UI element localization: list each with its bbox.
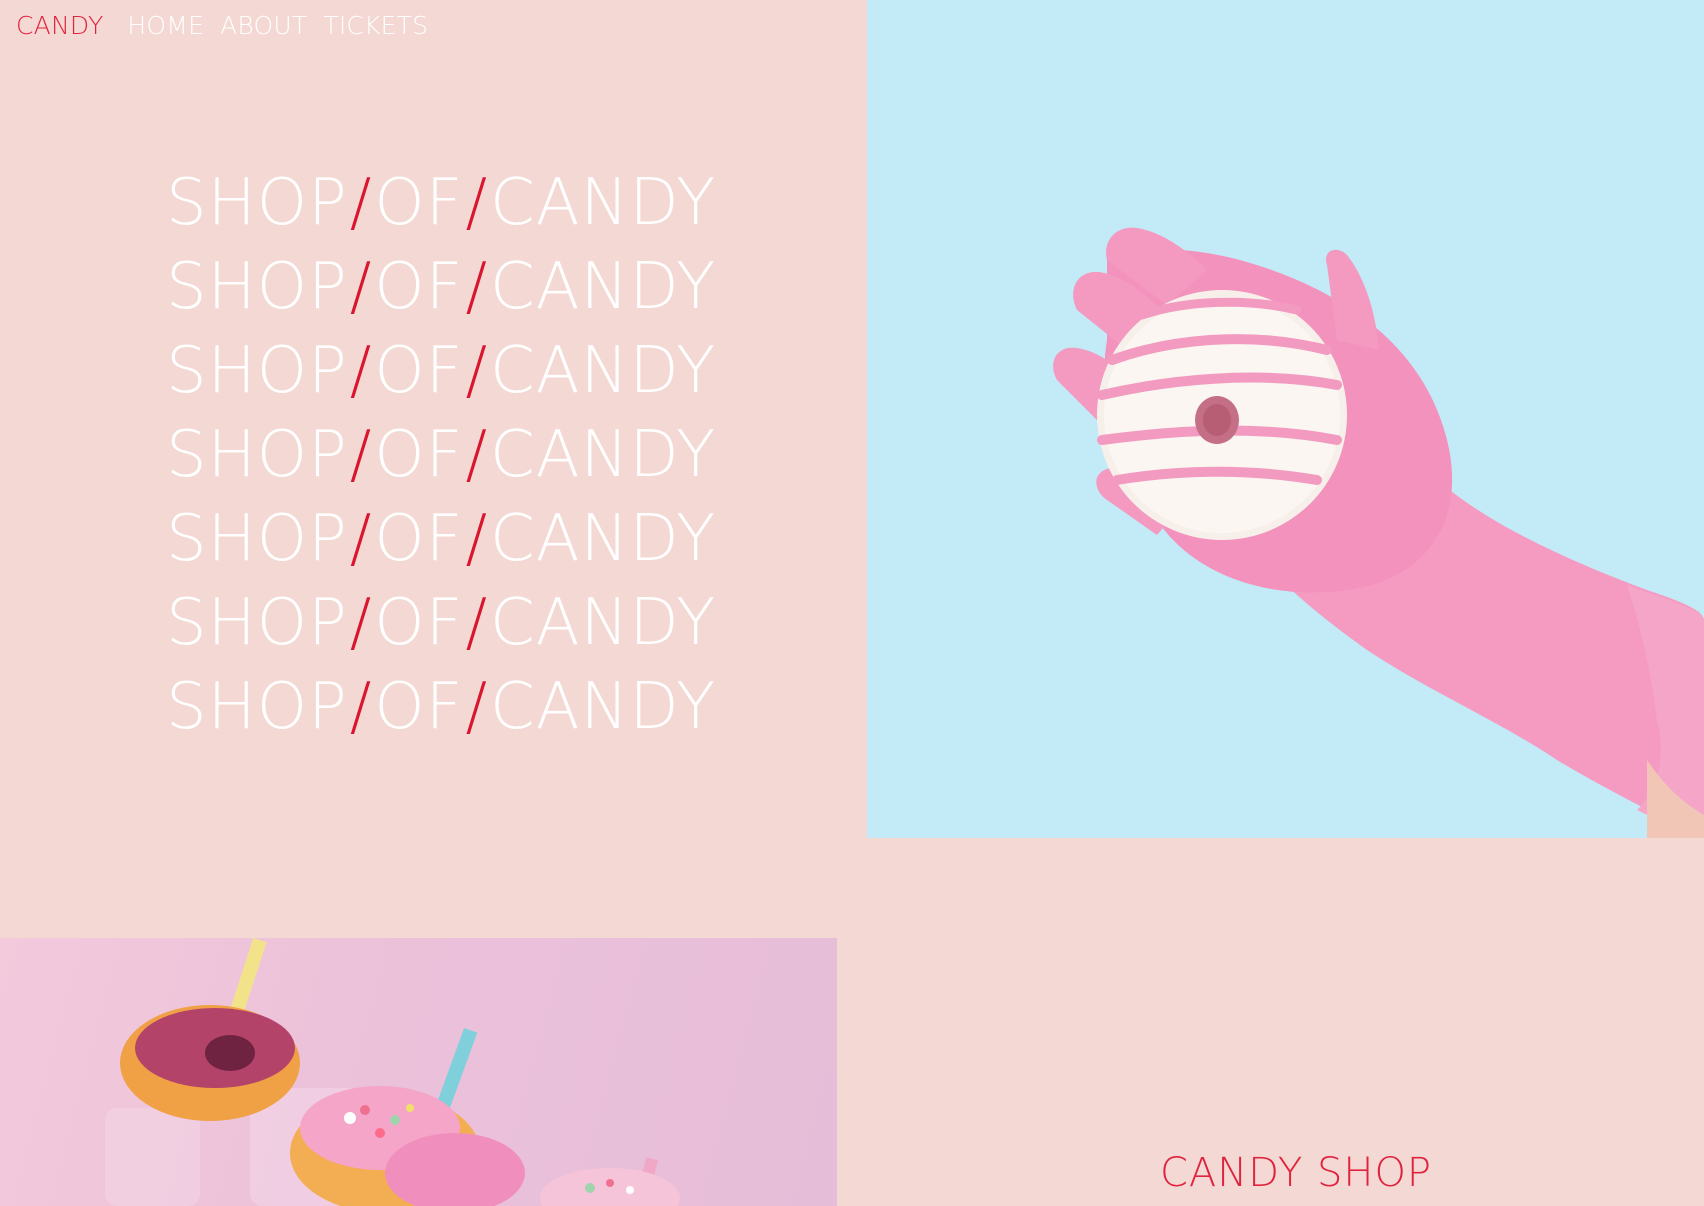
hero-word-shop: SHOP <box>166 250 348 324</box>
hero-word-candy: CANDY <box>490 670 717 744</box>
nav-tickets-link[interactable]: TICKETS <box>323 9 428 43</box>
nav-links: HOME ABOUT TICKETS <box>127 9 428 43</box>
hero-slash: / <box>465 250 489 324</box>
hero-slash: / <box>465 586 489 660</box>
hero-slash: / <box>349 670 373 744</box>
hero-slash: / <box>465 502 489 576</box>
hero-word-of: OF <box>374 502 464 576</box>
page: CANDY HOME ABOUT TICKETS SHOP / OF / CANDY S… <box>0 0 1704 1206</box>
hero-word-of: OF <box>374 334 464 408</box>
hero-word-shop: SHOP <box>166 166 348 240</box>
hero-word-candy: CANDY <box>490 166 717 240</box>
hero-word-shop: SHOP <box>166 334 348 408</box>
hero-word-shop: SHOP <box>166 502 348 576</box>
hero-slash: / <box>465 418 489 492</box>
hero-slash: / <box>349 166 373 240</box>
nav-home-link[interactable]: HOME <box>127 9 204 43</box>
hero-word-candy: CANDY <box>490 334 717 408</box>
hero-word-of: OF <box>374 418 464 492</box>
hero-word-candy: CANDY <box>490 250 717 324</box>
hero-word-of: OF <box>374 670 464 744</box>
glove-donut-photo <box>867 0 1704 838</box>
hero-slash: / <box>349 418 373 492</box>
hero-repeated-heading: SHOP / OF / CANDY SHOP / OF / CANDY SHOP / OF / CAND… <box>166 151 786 739</box>
hero-word-shop: SHOP <box>166 670 348 744</box>
hero-word-candy: CANDY <box>490 502 717 576</box>
hero-word-of: OF <box>374 250 464 324</box>
glove-donut-illustration <box>1053 227 1704 838</box>
top-nav: CANDY HOME ABOUT TICKETS <box>16 9 428 43</box>
nav-about-link[interactable]: ABOUT <box>220 9 307 43</box>
hero-slash: / <box>465 166 489 240</box>
hero-slash: / <box>465 334 489 408</box>
hero-line: SHOP / OF / CANDY <box>166 151 786 235</box>
hero-word-candy: CANDY <box>490 586 717 660</box>
hero-slash: / <box>349 250 373 324</box>
hero-line: SHOP / OF / CANDY <box>166 319 786 403</box>
hero-word-candy: CANDY <box>490 418 717 492</box>
hero-line: SHOP / OF / CANDY <box>166 487 786 571</box>
hero-slash: / <box>349 502 373 576</box>
hero-word-of: OF <box>374 166 464 240</box>
brand-logo-link[interactable]: CANDY <box>16 9 103 43</box>
hero-line: SHOP / OF / CANDY <box>166 655 786 739</box>
donuts-illustration <box>105 938 680 1206</box>
hero-word-shop: SHOP <box>166 418 348 492</box>
hero-slash: / <box>349 334 373 408</box>
hero-line: SHOP / OF / CANDY <box>166 235 786 319</box>
donuts-with-straws-photo <box>0 938 837 1206</box>
hero-word-of: OF <box>374 586 464 660</box>
hero-line: SHOP / OF / CANDY <box>166 571 786 655</box>
hero-word-shop: SHOP <box>166 586 348 660</box>
section-title: CANDY SHOP <box>1160 1150 1433 1196</box>
hero-line: SHOP / OF / CANDY <box>166 403 786 487</box>
hero-slash: / <box>465 670 489 744</box>
hero-slash: / <box>349 586 373 660</box>
